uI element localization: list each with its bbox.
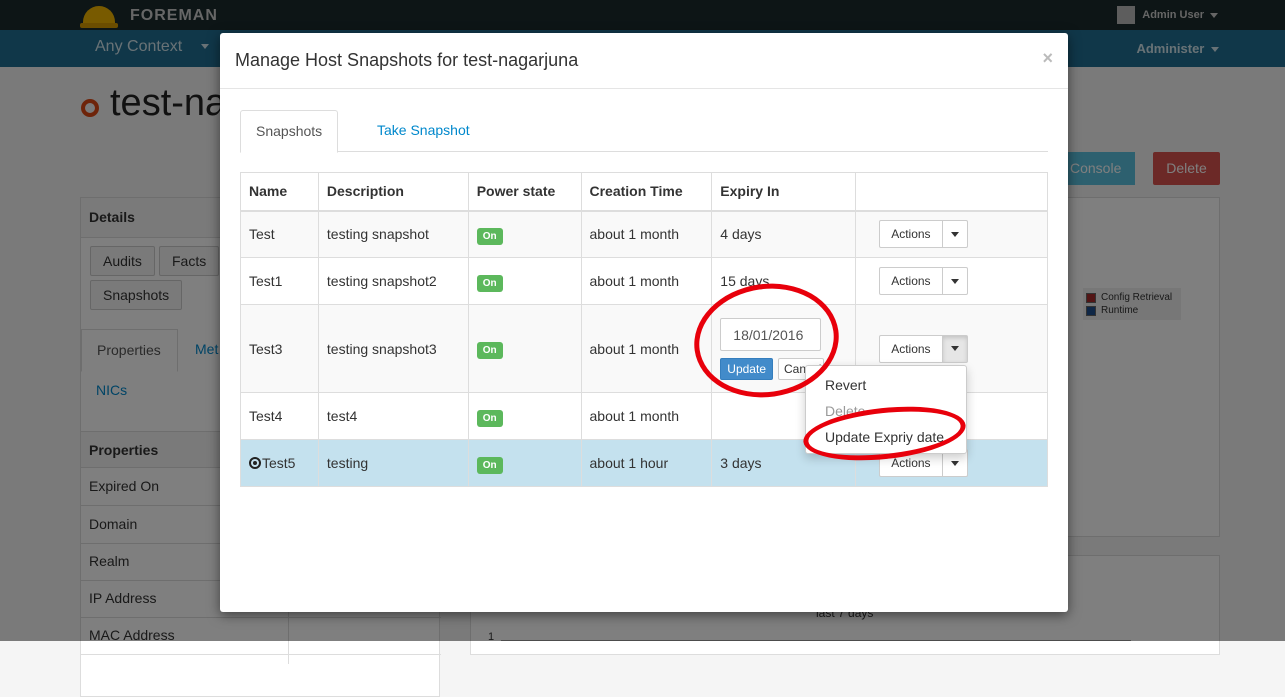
close-icon[interactable]: × — [1042, 48, 1053, 69]
expiry-date-input[interactable]: 18/01/2016 — [720, 317, 822, 351]
table-row: Test testing snapshot On about 1 month 4… — [240, 210, 1048, 258]
power-on-badge: On — [476, 342, 503, 359]
actions-dropdown[interactable]: Actions — [879, 267, 968, 295]
snapshot-name-cell: Test5 — [240, 439, 319, 487]
power-on-badge: On — [476, 409, 503, 427]
menu-item-revert[interactable]: Revert — [806, 374, 966, 400]
chevron-down-icon — [950, 278, 959, 284]
menu-item-update-expiry-date[interactable]: Update Expriy date — [806, 426, 966, 452]
power-state-cell: On — [467, 257, 582, 305]
snapshot-name: Test1 — [240, 257, 319, 305]
power-state-cell: On — [467, 304, 582, 393]
actions-dropdown[interactable]: Actions — [879, 220, 968, 249]
menu-item-delete: Delete — [825, 403, 866, 419]
snapshot-name: Test5 — [262, 455, 296, 471]
update-button[interactable]: Update — [720, 357, 773, 380]
creation-time: about 1 month — [580, 304, 713, 393]
snapshot-description: testing — [317, 439, 469, 487]
power-state-cell: On — [467, 392, 582, 440]
table-row: Test1 testing snapshot2 On about 1 month… — [240, 257, 1048, 305]
column-header-description: Description — [317, 172, 469, 212]
chevron-down-icon — [950, 346, 959, 351]
expiry-in[interactable]: 15 days — [711, 257, 857, 305]
snapshot-name: Test4 — [240, 392, 319, 440]
actions-button[interactable]: Actions — [880, 268, 943, 294]
actions-toggle[interactable] — [942, 335, 967, 362]
creation-time: about 1 month — [580, 210, 713, 258]
power-on-badge: On — [476, 227, 503, 245]
current-snapshot-icon — [249, 457, 261, 469]
actions-cell: Actions — [855, 257, 1048, 305]
column-header-power-state: Power state — [467, 172, 582, 212]
expiry-in[interactable]: 4 days — [711, 210, 857, 258]
tab-snapshots[interactable]: Snapshots — [240, 110, 339, 153]
column-header-actions — [855, 172, 1048, 212]
creation-time: about 1 month — [580, 257, 713, 305]
chevron-down-icon — [950, 231, 959, 237]
power-state-cell: On — [467, 210, 582, 258]
power-on-badge: On — [476, 274, 503, 292]
creation-time: about 1 month — [580, 392, 713, 440]
snapshot-description: testing snapshot — [317, 210, 469, 258]
snapshots-modal: Manage Host Snapshots for test-nagarjuna… — [220, 33, 1068, 612]
power-state-cell: On — [467, 439, 582, 487]
snapshot-description: testing snapshot2 — [317, 257, 469, 305]
power-on-badge: On — [476, 456, 503, 474]
snapshot-name: Test — [240, 210, 319, 258]
actions-toggle[interactable] — [943, 268, 967, 294]
actions-button[interactable]: Actions — [880, 335, 943, 362]
actions-toggle[interactable] — [943, 221, 967, 247]
snapshot-name: Test3 — [240, 304, 319, 393]
tab-take-snapshot[interactable]: Take Snapshot — [362, 110, 485, 152]
snapshot-description: testing snapshot3 — [317, 304, 469, 393]
modal-tabs: Snapshots Take Snapshot — [240, 110, 1048, 153]
actions-button[interactable]: Actions — [880, 221, 943, 248]
column-header-expiry: Expiry In — [711, 172, 857, 212]
table-header-row: Name Description Power state Creation Ti… — [240, 172, 1048, 212]
creation-time: about 1 hour — [580, 439, 713, 487]
modal-title: Manage Host Snapshots for test-nagarjuna — [235, 50, 579, 70]
actions-dropdown-menu: Revert Delete Update Expriy date — [805, 365, 967, 454]
snapshot-description: test4 — [317, 392, 469, 440]
actions-dropdown[interactable]: Actions — [879, 334, 968, 363]
column-header-creation-time: Creation Time — [580, 172, 713, 212]
chevron-down-icon — [950, 460, 959, 466]
actions-cell: Actions — [855, 210, 1048, 258]
column-header-name: Name — [240, 172, 319, 212]
modal-header: Manage Host Snapshots for test-nagarjuna… — [220, 33, 1068, 89]
